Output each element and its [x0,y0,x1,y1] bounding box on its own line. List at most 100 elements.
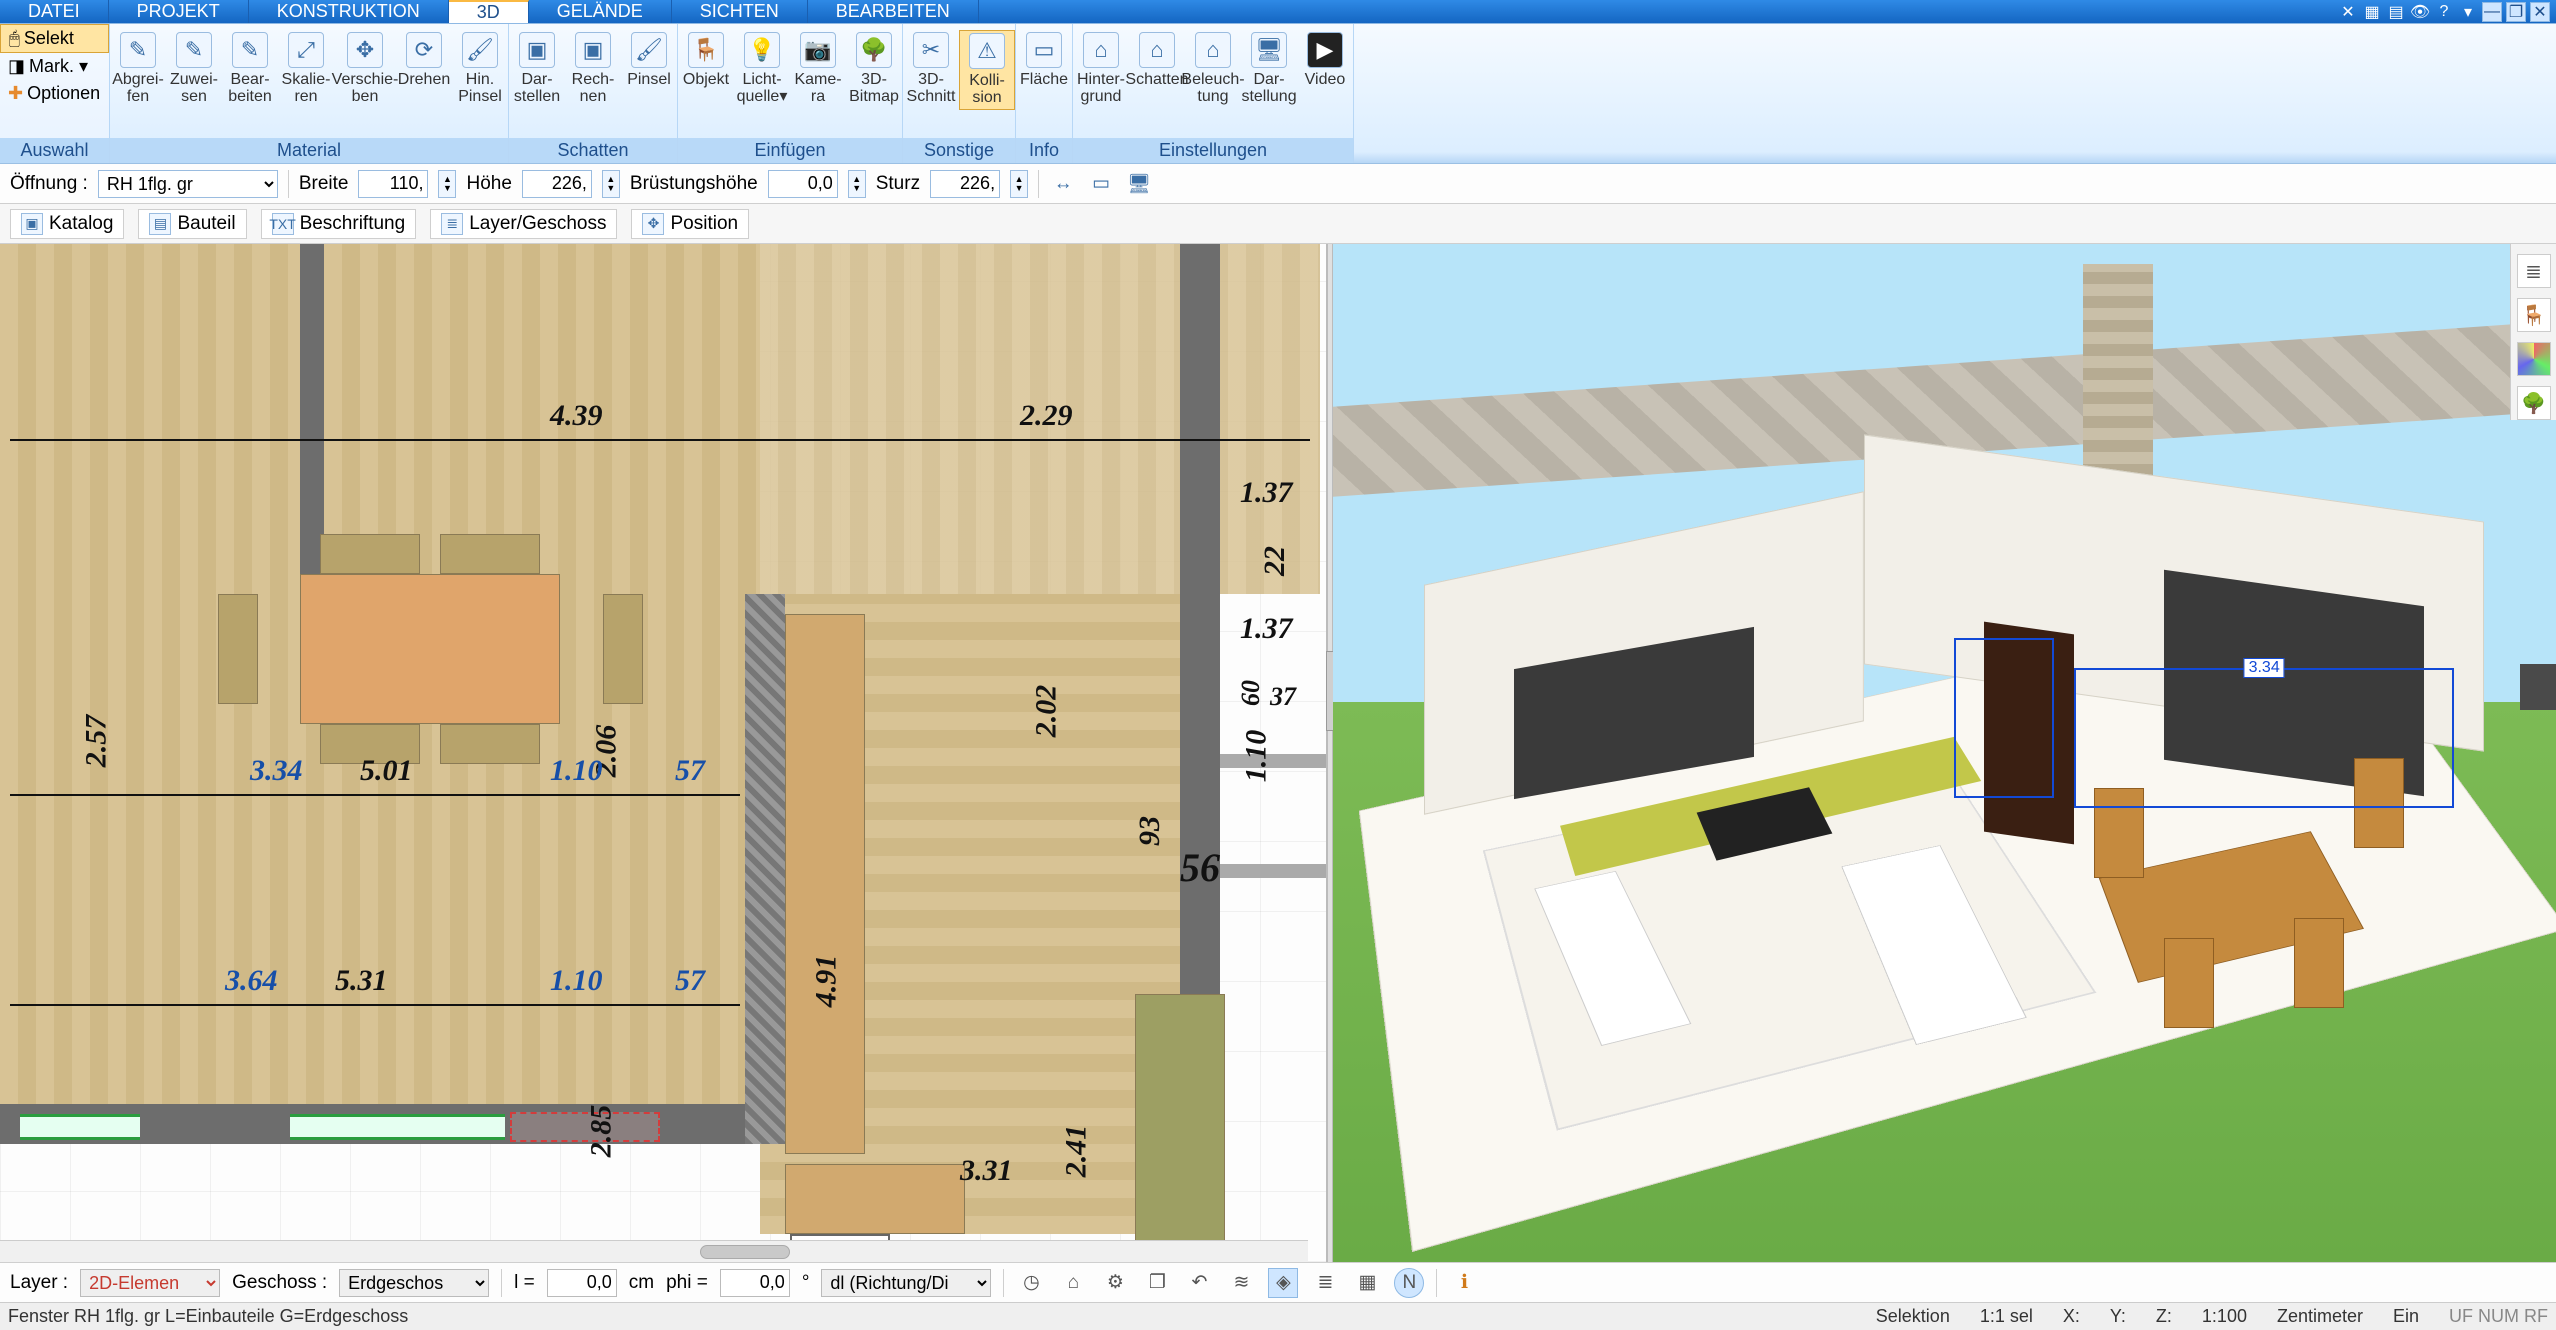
breite-spinner[interactable]: ▲▼ [438,170,456,198]
video-button[interactable]: ▶Video [1297,30,1353,91]
drehen-button[interactable]: ⟳Drehen [396,30,452,91]
breite-input[interactable] [358,170,428,198]
tab-gelaende[interactable]: GELÄNDE [529,0,672,23]
length-unit: cm [629,1272,654,1294]
tree-icon[interactable]: 🌳 [2517,386,2551,420]
help-icon[interactable]: ? [2434,2,2454,22]
skalieren-button[interactable]: ⤢Skalie- ren [278,30,334,108]
hoehe-spinner[interactable]: ▲▼ [602,170,620,198]
length-input[interactable] [547,1269,617,1297]
mode-select[interactable]: dl (Richtung/Di [821,1269,991,1297]
hoehe-input[interactable] [522,170,592,198]
select-button[interactable]: 🖱 Selekt [0,24,109,53]
align-icon[interactable]: ▭ [1087,170,1115,198]
flip-horizontal-icon[interactable]: ↔ [1049,170,1077,198]
monitor-icon[interactable]: 🖥 [1125,170,1153,198]
group-einstellungen-label: Einstellungen [1073,138,1353,163]
flaeche-button[interactable]: ▭Fläche [1016,30,1072,91]
tool-folder-icon[interactable]: ▦ [2362,2,2382,22]
bruestung-input[interactable] [768,170,838,198]
layer-label: Layer : [10,1272,68,1294]
dim-3-64: 3.64 [225,964,278,998]
tab-projekt[interactable]: PROJEKT [109,0,249,23]
geschoss-select[interactable]: Erdgeschos [339,1269,489,1297]
north-icon[interactable]: N [1394,1268,1424,1298]
layers-toggle-icon[interactable]: ≋ [1226,1268,1256,1298]
tab-sichten[interactable]: SICHTEN [672,0,808,23]
darstellen-button[interactable]: ▣Dar- stellen [509,30,565,108]
dim-60: 60 [1236,680,1266,706]
tab-bearbeiten[interactable]: BEARBEITEN [808,0,979,23]
opening-select[interactable]: RH 1flg. gr [98,170,278,198]
gear-icon[interactable]: ⚙ [1100,1268,1130,1298]
tab-3d[interactable]: 3D [449,0,529,23]
layers2-icon[interactable]: ≣ [1310,1268,1340,1298]
mark-button[interactable]: ◨ Mark. ▾ [0,53,109,80]
3dbitmap-button[interactable]: 🌳3D- Bitmap [846,30,902,108]
clock-icon[interactable]: ◷ [1016,1268,1046,1298]
colors-icon[interactable] [2517,342,2551,376]
breite-label: Breite [299,173,349,195]
lichtquelle-button[interactable]: 💡Licht- quelle▾ [734,30,790,108]
objekt-button[interactable]: 🪑Objekt [678,30,734,91]
abgreifen-button[interactable]: ✎Abgrei- fen [110,30,166,108]
picker-icon[interactable]: ⌂ [1058,1268,1088,1298]
position-button[interactable]: ✥Position [631,209,749,239]
beleuchtung-button[interactable]: ⌂Beleuch- tung [1185,30,1241,108]
3d-view[interactable]: 3.34 ≣ 🪑 🌳 [1333,244,2556,1262]
3dschnitt-button[interactable]: ✂3D- Schnitt [903,30,959,108]
dim-56: 56 [1180,844,1220,891]
undo-icon[interactable]: ↶ [1184,1268,1214,1298]
layer-geschoss-button[interactable]: ≣Layer/Geschoss [430,209,617,239]
layers-icon[interactable]: ≣ [2517,254,2551,288]
bruestung-label: Brüstungshöhe [630,173,758,195]
sturz-input[interactable] [930,170,1000,198]
kamera-button[interactable]: 📷Kame- ra [790,30,846,108]
dropdown-icon[interactable]: ▾ [2458,2,2478,22]
info-icon[interactable]: ℹ [1449,1268,1479,1298]
ribbon: 🖱 Selekt ◨ Mark. ▾ ✚ Optionen Auswahl ✎A… [0,24,2556,164]
hintergrund-button[interactable]: ⌂Hinter- grund [1073,30,1129,108]
dim-1-10a: 1.10 [550,754,603,788]
bauteil-button[interactable]: ▤Bauteil [138,209,246,239]
bearbeiten-button[interactable]: ✎Bear- beiten [222,30,278,108]
copy-icon[interactable]: ❐ [1142,1268,1172,1298]
ribbon-group-einfuegen: 🪑Objekt 💡Licht- quelle▾ 📷Kame- ra 🌳3D- B… [678,24,903,163]
window-minimize-icon[interactable]: — [2482,2,2502,22]
bruestung-spinner[interactable]: ▲▼ [848,170,866,198]
grid-icon[interactable]: ▦ [1352,1268,1382,1298]
phi-input[interactable] [720,1269,790,1297]
tool-wrench-icon[interactable]: ✕ [2338,2,2358,22]
dim-2-02: 2.02 [1029,685,1063,738]
verschieben-button[interactable]: ✥Verschie- ben [334,30,396,108]
2d-scrollbar-horizontal[interactable] [0,1240,1308,1262]
rechnen-button[interactable]: ▣Rech- nen [565,30,621,108]
kollision-button[interactable]: ⚠Kolli- sion [959,30,1015,110]
snap-icon[interactable]: ◈ [1268,1268,1298,1298]
layer-select[interactable]: 2D-Elemen [80,1269,220,1297]
dim-110c: 1.10 [1239,730,1273,783]
schatten-settings-button[interactable]: ⌂Schatten [1129,30,1185,91]
zuweisen-button[interactable]: ✎Zuwei- sen [166,30,222,108]
dim-1-37b: 1.37 [1240,612,1293,646]
beschriftung-button[interactable]: TXTBeschriftung [261,209,417,239]
tab-konstruktion[interactable]: KONSTRUKTION [249,0,449,23]
pinsel-button[interactable]: 🖌Pinsel [621,30,677,91]
darstellung-button[interactable]: 🖥Dar- stellung [1241,30,1297,108]
phi-label: phi = [666,1272,708,1294]
2d-view[interactable]: 4.39 2.29 1.37 1.37 22 60 37 1.10 2.57 2… [0,244,1327,1262]
tool-eye-icon[interactable]: 👁 [2410,2,2430,22]
group-material-label: Material [110,138,508,163]
hinpinsel-button[interactable]: 🖌Hin. Pinsel [452,30,508,108]
window-close-icon[interactable]: ✕ [2530,2,2550,22]
sturz-spinner[interactable]: ▲▼ [1010,170,1028,198]
katalog-button[interactable]: ▣Katalog [10,209,124,239]
options-button[interactable]: ✚ Optionen [0,80,109,107]
tool-layer-icon[interactable]: ▤ [2386,2,2406,22]
status-y: Y: [2110,1306,2126,1327]
window-restore-icon[interactable]: ❐ [2506,2,2526,22]
dim-1-37a: 1.37 [1240,476,1293,510]
furniture-icon[interactable]: 🪑 [2517,298,2551,332]
right-panel-handle[interactable] [2520,664,2556,710]
tab-datei[interactable]: DATEI [0,0,109,23]
